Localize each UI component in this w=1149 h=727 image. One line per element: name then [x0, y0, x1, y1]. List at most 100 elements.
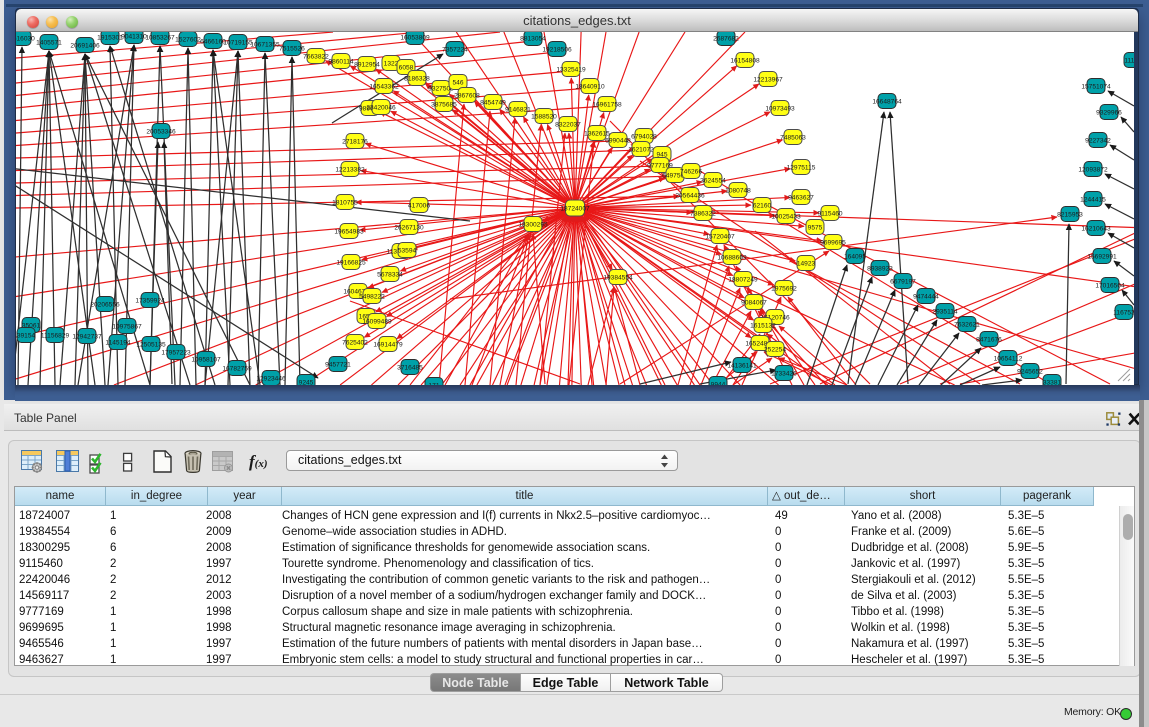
svg-text:8938923: 8938923: [867, 265, 893, 272]
svg-text:16099489: 16099489: [362, 318, 392, 325]
svg-text:2867608: 2867608: [454, 92, 480, 99]
svg-text:7663822: 7663822: [303, 53, 329, 60]
svg-text:1322: 1322: [384, 60, 399, 67]
svg-text:11171: 11171: [1124, 57, 1134, 64]
svg-text:19218506: 19218506: [542, 46, 572, 53]
svg-text:8912954: 8912954: [354, 61, 380, 68]
svg-text:19384554: 19384554: [603, 274, 633, 281]
svg-text:10719155: 10719155: [223, 39, 253, 46]
svg-text:7386322: 7386322: [690, 210, 716, 217]
svg-text:9474444: 9474444: [913, 293, 939, 300]
svg-text:26267130: 26267130: [394, 224, 424, 231]
svg-text:9115460: 9115460: [817, 210, 843, 217]
svg-text:6990448: 6990448: [605, 137, 631, 144]
svg-text:1588520: 1588520: [531, 113, 557, 120]
svg-text:16154808: 16154808: [730, 57, 760, 64]
svg-text:8471676: 8471676: [976, 336, 1002, 343]
svg-text:18807249: 18807249: [728, 276, 758, 283]
svg-text:1621072: 1621072: [628, 146, 654, 153]
svg-text:8322037: 8322037: [555, 121, 581, 128]
svg-text:23420046: 23420046: [366, 104, 396, 111]
svg-text:15751074: 15751074: [1081, 83, 1111, 90]
svg-text:16914479: 16914479: [373, 341, 403, 348]
svg-text:9329966: 9329966: [1096, 109, 1122, 116]
svg-text:9699695: 9699695: [820, 239, 846, 246]
svg-text:2616030: 2616030: [16, 35, 35, 42]
svg-text:18724007: 18724007: [560, 205, 590, 212]
svg-text:10853267: 10853267: [145, 34, 175, 41]
svg-text:15720407: 15720407: [705, 233, 735, 240]
svg-text:1527602: 1527602: [175, 36, 201, 43]
svg-text:17359924: 17359924: [135, 297, 165, 304]
svg-text:7515526: 7515526: [279, 45, 305, 52]
svg-text:7632621: 7632621: [954, 321, 980, 328]
svg-text:1244415: 1244415: [1080, 196, 1106, 203]
svg-text:7485063: 7485063: [780, 134, 806, 141]
svg-text:10958107: 10958107: [191, 356, 221, 363]
svg-text:9575: 9575: [808, 224, 823, 231]
svg-text:1405571: 1405571: [36, 39, 62, 46]
svg-text:16543362: 16543362: [369, 83, 399, 90]
svg-text:20053346: 20053346: [146, 128, 176, 135]
svg-text:16210643: 16210643: [1081, 225, 1111, 232]
svg-text:746266: 746266: [680, 168, 702, 175]
svg-text:12923446: 12923446: [256, 375, 286, 382]
svg-text:20691406: 20691406: [70, 42, 100, 49]
svg-text:12942737: 12942737: [72, 333, 102, 340]
svg-text:116753: 116753: [1113, 309, 1134, 316]
svg-text:9245652: 9245652: [1017, 368, 1043, 375]
svg-text:17957223: 17957223: [161, 349, 191, 356]
svg-text:1362615: 1362615: [584, 130, 610, 137]
svg-text:18640910: 18640910: [575, 83, 605, 90]
svg-text:3624554: 3624554: [700, 177, 726, 184]
svg-text:1080748: 1080748: [725, 187, 751, 194]
svg-text:1975692: 1975692: [771, 285, 797, 292]
svg-text:1615132: 1615132: [750, 322, 776, 329]
svg-text:62160: 62160: [753, 202, 772, 209]
svg-text:11156829: 11156829: [41, 332, 70, 339]
svg-text:1733426: 1733426: [771, 370, 797, 377]
svg-text:20206556: 20206556: [90, 301, 120, 308]
svg-text:417006: 417006: [408, 202, 430, 209]
svg-text:3716485: 3716485: [397, 364, 423, 371]
svg-text:2718176: 2718176: [342, 138, 368, 145]
svg-text:10654112: 10654112: [994, 355, 1023, 362]
svg-text:7357224: 7357224: [442, 46, 468, 53]
svg-text:12505135: 12505135: [136, 341, 166, 348]
svg-text:15692991: 15692991: [1087, 253, 1117, 260]
svg-text:16648764: 16648764: [872, 98, 902, 105]
svg-text:19654983: 19654983: [334, 228, 364, 235]
svg-text:6794028: 6794028: [631, 133, 657, 140]
svg-text:12213967: 12213967: [753, 76, 783, 83]
svg-text:10688609: 10688609: [717, 254, 747, 261]
svg-text:13325419: 13325419: [556, 66, 586, 73]
svg-text:6679197: 6679197: [890, 278, 916, 285]
svg-text:8454749: 8454749: [480, 99, 506, 106]
svg-text:16961758: 16961758: [592, 101, 622, 108]
svg-text:19166825: 19166825: [336, 259, 366, 266]
svg-text:20564436: 20564436: [675, 192, 705, 199]
svg-text:2687682: 2687682: [713, 35, 739, 42]
svg-text:6466160: 6466160: [200, 38, 226, 45]
svg-text:546: 546: [452, 79, 463, 86]
svg-text:5678334: 5678334: [377, 271, 403, 278]
svg-text:3875685: 3875685: [431, 101, 457, 108]
svg-text:9860114: 9860114: [328, 58, 354, 65]
svg-text:9227342: 9227342: [1085, 137, 1111, 144]
svg-text:10025433: 10025433: [771, 213, 801, 220]
svg-text:1915301: 1915301: [97, 34, 123, 41]
svg-text:9146821: 9146821: [505, 106, 531, 113]
svg-text:10973493: 10973493: [765, 105, 795, 112]
svg-text:8813054: 8813054: [520, 35, 546, 42]
svg-text:164095: 164095: [844, 253, 866, 260]
svg-text:2935114: 2935114: [932, 308, 958, 315]
svg-text:10975867: 10975867: [112, 323, 142, 330]
svg-text:12093872: 12093872: [1078, 166, 1108, 173]
svg-text:18300295: 18300295: [518, 221, 548, 228]
svg-text:9084067: 9084067: [741, 299, 767, 306]
svg-text:17016504: 17016504: [1095, 282, 1125, 289]
svg-text:252254: 252254: [764, 346, 786, 353]
svg-text:1145194: 1145194: [105, 339, 131, 346]
svg-text:8215953: 8215953: [1057, 211, 1083, 218]
svg-text:7625402: 7625402: [342, 339, 368, 346]
